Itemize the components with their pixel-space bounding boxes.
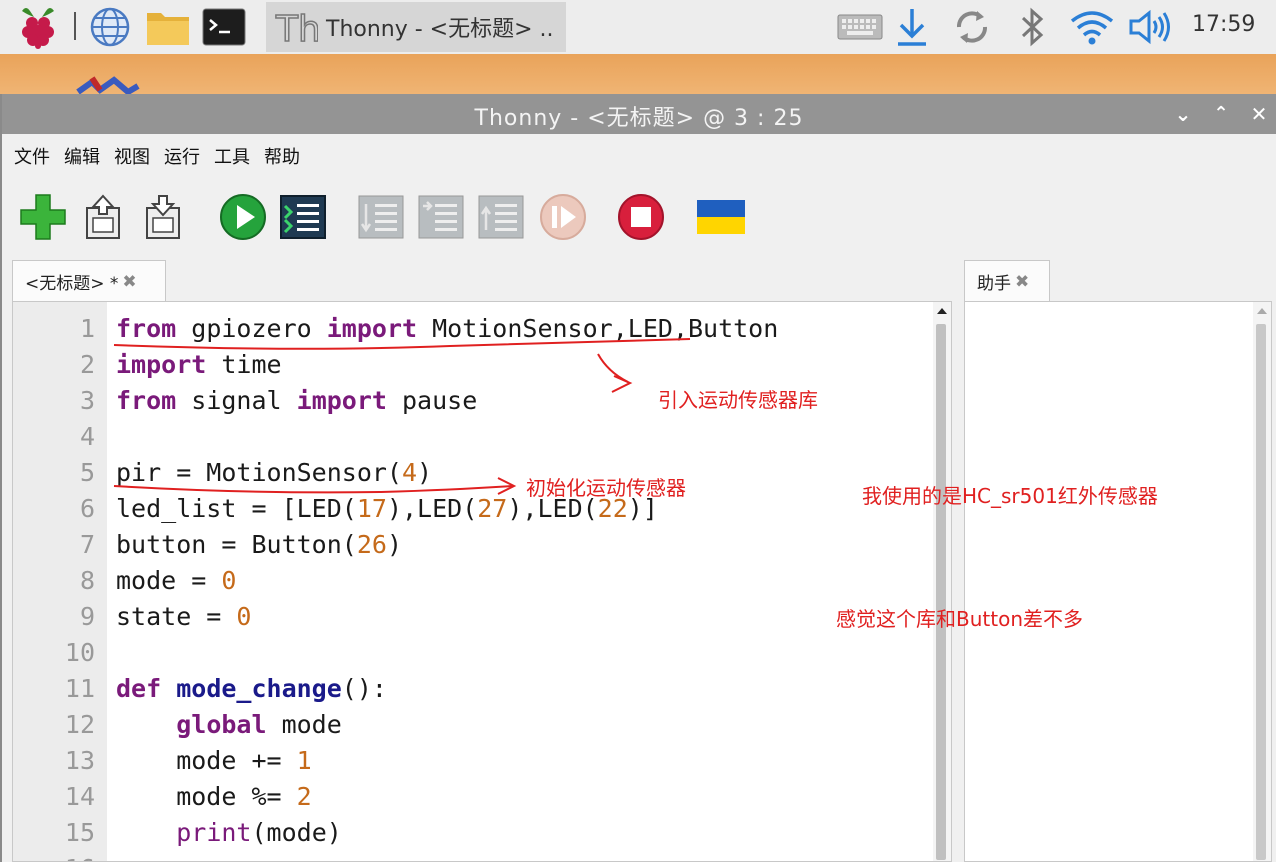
annotation-note: 感觉这个库和Button差不多 (836, 607, 1083, 631)
taskbar: Th Thonny - <无标题> .. 17:59 (0, 0, 1276, 54)
line-number: 7 (79, 530, 95, 559)
code-line[interactable]: print(mode) (116, 818, 342, 847)
line-number: 2 (79, 350, 95, 379)
wifi-icon[interactable] (1066, 5, 1118, 49)
step-out-icon[interactable] (476, 192, 526, 242)
line-number: 16 (65, 854, 95, 861)
run-play-icon[interactable] (218, 192, 268, 242)
assistant-panel[interactable] (964, 301, 1272, 862)
minimize-chevron-down-icon[interactable]: ⌄ (1168, 100, 1198, 128)
tab-close-icon[interactable]: ✖ (122, 272, 136, 292)
line-number: 4 (79, 422, 95, 451)
ukraine-flag-icon[interactable] (696, 192, 746, 242)
line-number: 15 (64, 818, 95, 847)
line-number: 8 (79, 566, 95, 595)
line-number: 3 (79, 386, 95, 415)
annotation-note: 引入运动传感器库 (658, 388, 818, 412)
taskbar-window-title: Thonny - <无标题> .. (326, 17, 554, 42)
menu-edit[interactable]: 编辑 (62, 143, 102, 169)
tab-assistant[interactable]: 助手 ✖ (964, 260, 1050, 302)
line-number: 12 (64, 710, 95, 739)
line-number: 14 (64, 782, 95, 811)
code-line[interactable]: button = Button(26) (116, 530, 402, 559)
step-over-icon[interactable] (356, 192, 406, 242)
keyboard-icon[interactable] (836, 5, 884, 49)
code-line[interactable]: pir = MotionSensor(4) (116, 458, 432, 487)
assistant-scrollbar[interactable] (1253, 302, 1271, 861)
line-number-gutter: 1 2 3 4 5 6 7 8 9 10 11 12 13 14 15 16 (13, 302, 107, 861)
scroll-up-arrow-icon[interactable] (1253, 304, 1271, 318)
maximize-chevron-up-icon[interactable]: ⌃ (1206, 100, 1236, 128)
clock[interactable]: 17:59 (1192, 12, 1255, 37)
terminal-icon[interactable] (200, 5, 248, 49)
code-line[interactable]: mode %= 2 (116, 782, 311, 811)
thonny-app-icon: Th (274, 8, 318, 47)
code-line[interactable]: def mode_change(): (116, 674, 387, 703)
code-line[interactable]: import time (116, 350, 282, 379)
line-number: 5 (79, 458, 95, 487)
save-file-icon[interactable] (138, 192, 188, 242)
window-title: Thonny - <无标题> @ 3 : 25 (474, 106, 804, 131)
line-number: 11 (64, 674, 95, 703)
line-number: 6 (79, 494, 95, 523)
open-file-icon[interactable] (78, 192, 128, 242)
bluetooth-icon[interactable] (1010, 5, 1054, 49)
code-line[interactable]: mode += 1 (116, 746, 311, 775)
line-number: 9 (79, 602, 95, 631)
stop-icon[interactable] (616, 192, 666, 242)
window-titlebar[interactable]: Thonny - <无标题> @ 3 : 25 ⌄ ⌃ ✕ (2, 94, 1276, 134)
annotation-note: 初始化运动传感器 (526, 476, 686, 500)
menu-run[interactable]: 运行 (162, 143, 202, 169)
step-into-icon[interactable] (416, 192, 466, 242)
code-line[interactable]: from gpiozero import MotionSensor,LED,Bu… (116, 314, 778, 343)
editor-scrollbar[interactable] (933, 302, 951, 861)
resume-icon[interactable] (538, 192, 588, 242)
file-manager-folder-icon[interactable] (144, 5, 192, 49)
menu-bar: 文件 编辑 视图 运行 工具 帮助 (2, 134, 1276, 178)
raspberry-menu-icon[interactable] (14, 5, 62, 49)
tab-assistant-label: 助手 (977, 274, 1011, 294)
taskbar-thonny-button[interactable]: Th Thonny - <无标题> .. (266, 2, 566, 52)
menu-tools[interactable]: 工具 (212, 143, 252, 169)
download-icon[interactable] (890, 5, 934, 49)
menu-file[interactable]: 文件 (12, 143, 52, 169)
tab-untitled[interactable]: <无标题> * ✖ (12, 260, 166, 302)
volume-icon[interactable] (1124, 5, 1176, 49)
editor-scrollbar-thumb[interactable] (936, 324, 946, 860)
code-line[interactable]: from signal import pause (116, 386, 477, 415)
menu-view[interactable]: 视图 (112, 143, 152, 169)
annotation-note: 我使用的是HC_sr501红外传感器 (862, 484, 1158, 508)
tab-untitled-label: <无标题> * (25, 274, 119, 294)
line-number: 10 (64, 638, 95, 667)
menu-help[interactable]: 帮助 (262, 143, 302, 169)
new-file-plus-icon[interactable] (18, 192, 68, 242)
update-sync-icon[interactable] (948, 5, 996, 49)
code-line[interactable]: state = 0 (116, 602, 251, 631)
scroll-up-arrow-icon[interactable] (933, 304, 951, 318)
debug-icon[interactable] (278, 192, 328, 242)
taskbar-separator (74, 12, 76, 40)
browser-globe-icon[interactable] (86, 5, 134, 49)
tab-close-icon[interactable]: ✖ (1015, 272, 1029, 292)
close-icon[interactable]: ✕ (1244, 100, 1274, 128)
code-line[interactable]: mode = 0 (116, 566, 236, 595)
line-number: 1 (79, 314, 95, 343)
svg-text:Th: Th (275, 9, 318, 47)
desktop-background (0, 54, 1276, 96)
code-line[interactable]: global mode (116, 710, 342, 739)
toolbar (2, 184, 1276, 252)
line-number: 13 (64, 746, 95, 775)
assistant-scrollbar-thumb[interactable] (1256, 324, 1266, 860)
